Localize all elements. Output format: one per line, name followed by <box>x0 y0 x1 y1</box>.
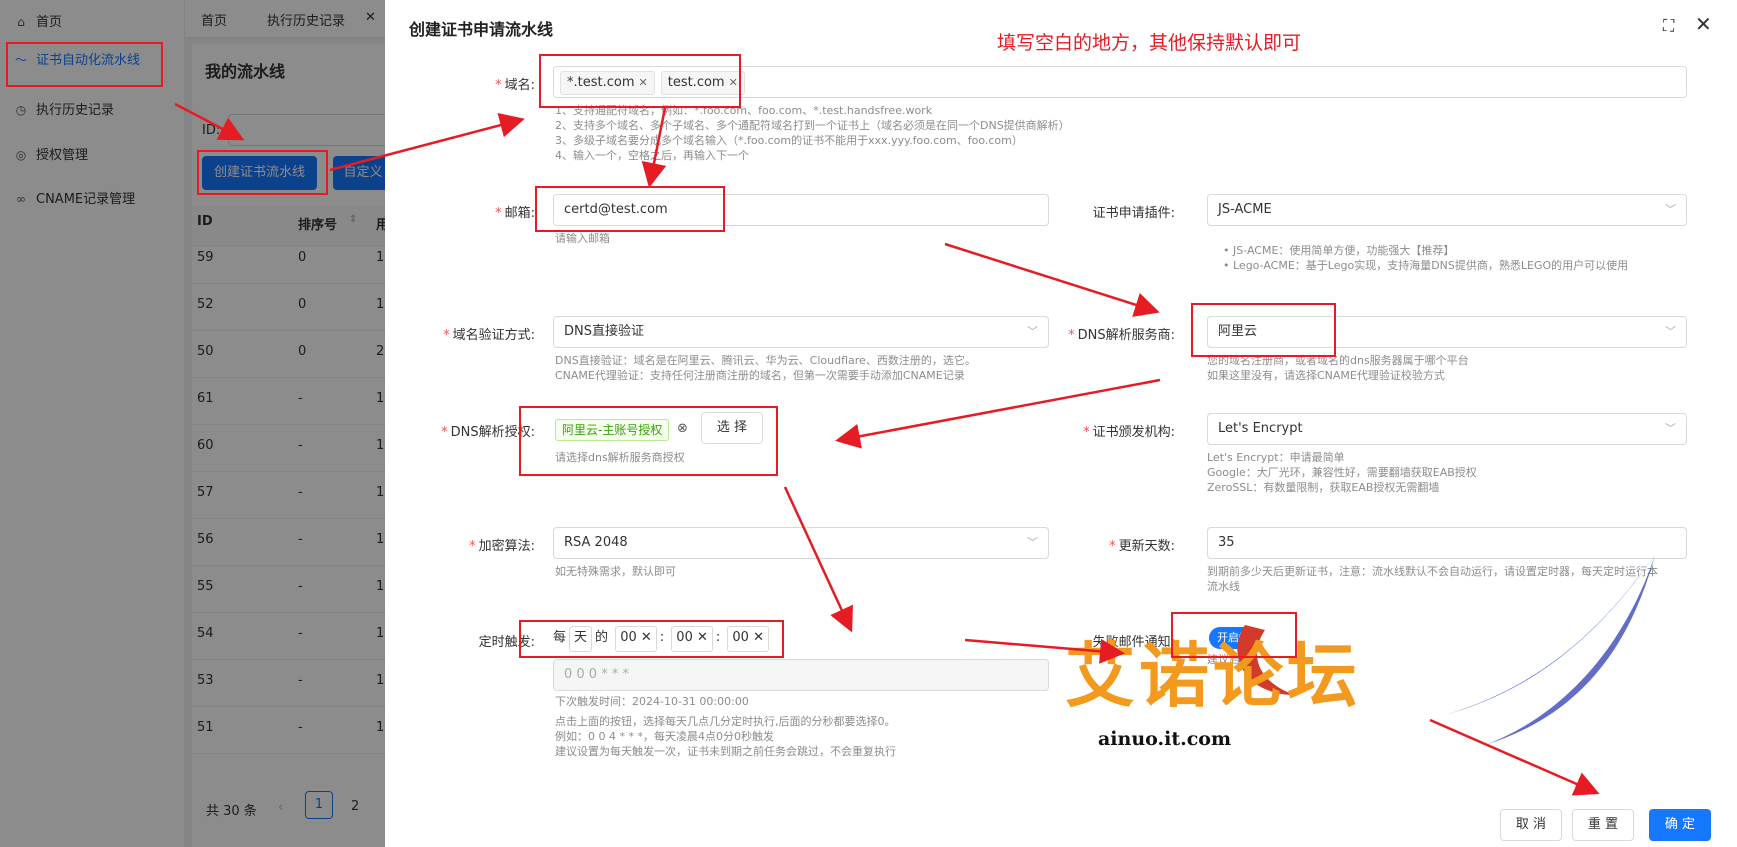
close-icon[interactable]: ✕ <box>1695 12 1712 36</box>
verify-help-1: DNS直接验证：域名是在阿里云、腾讯云、华为云、Cloudflare、西数注册的… <box>555 354 976 367</box>
dns-provider-label: * DNS解析服务商: <box>1068 328 1175 343</box>
annotation-box-email <box>535 186 725 232</box>
ca-select[interactable]: Let's Encrypt ﹀ <box>1207 413 1687 445</box>
schedule-help-1: 点击上面的按钮，选择每天几点几分定时执行,后面的分秒都要选择0。 <box>555 715 896 728</box>
email-label: * 邮箱: <box>495 206 535 221</box>
annotation-box-schedule <box>519 620 784 658</box>
modal-overlay[interactable] <box>0 0 385 847</box>
fullscreen-icon[interactable]: ⛶ <box>1663 16 1674 36</box>
plugin-label: 证书申请插件: <box>1092 206 1175 221</box>
annotation-box-fail-mail <box>1171 612 1297 658</box>
email-help: 请输入邮箱 <box>555 232 610 245</box>
watermark-url: ainuo.it.com <box>1098 728 1232 750</box>
domain-label: * 域名: <box>495 78 535 93</box>
chevron-down-icon: ﹀ <box>1665 325 1676 338</box>
chevron-down-icon: ﹀ <box>1027 536 1038 549</box>
annotation-box-create <box>197 150 328 195</box>
annotation-box-dns-provider <box>1191 303 1336 357</box>
annotation-box-sidebar <box>6 42 163 87</box>
domain-help-4: 4、输入一个，空格之后，再输入下一个 <box>555 149 749 162</box>
domain-help-3: 3、多级子域名要分成多个域名输入（*.foo.com的证书不能用于xxx.yyy… <box>555 134 1023 147</box>
domain-help-2: 2、支持多个域名、多个子域名、多个通配符域名打到一个证书上（域名必须是在同一个D… <box>555 119 1070 132</box>
chevron-down-icon: ﹀ <box>1665 422 1676 435</box>
algo-label: * 加密算法: <box>469 539 535 554</box>
verify-help-2: CNAME代理验证：支持任何注册商注册的域名，但第一次需要手动添加CNAME记录 <box>555 369 965 382</box>
schedule-help-2: 例如：0 0 4 * * *，每天凌晨4点0分0秒触发 <box>555 730 774 743</box>
cancel-button[interactable]: 取 消 <box>1500 809 1562 841</box>
ca-label: * 证书颁发机构: <box>1083 425 1175 440</box>
confirm-button[interactable]: 确 定 <box>1649 809 1711 841</box>
plugin-help-1: • JS-ACME：使用简单方便，功能强大【推荐】 <box>1223 244 1455 257</box>
annotation-box-dns-auth <box>519 406 778 476</box>
ca-help-3: ZeroSSL：有数量限制，获取EAB授权无需翻墙 <box>1207 481 1440 494</box>
next-trigger-time: 下次触发时间：2024-10-31 00:00:00 <box>555 695 749 708</box>
drawer-title: 创建证书申请流水线 <box>409 20 554 39</box>
reset-button[interactable]: 重 置 <box>1572 809 1634 841</box>
chevron-down-icon: ﹀ <box>1665 203 1676 216</box>
ca-help-1: Let's Encrypt：申请最简单 <box>1207 451 1345 464</box>
verify-label: * 域名验证方式: <box>443 328 535 343</box>
renew-label: * 更新天数: <box>1109 539 1175 554</box>
ca-help-2: Google：大厂光环，兼容性好，需要翻墙获取EAB授权 <box>1207 466 1477 479</box>
cron-field[interactable]: 0 0 0 * * * <box>553 659 1049 691</box>
annotation-box-domain <box>539 54 741 108</box>
dns-auth-label: * DNS解析授权: <box>441 425 535 440</box>
algo-select[interactable]: RSA 2048 ﹀ <box>553 527 1049 559</box>
algo-help: 如无特殊需求，默认即可 <box>555 565 676 578</box>
annotation-text: 填写空白的地方，其他保持默认即可 <box>997 32 1302 54</box>
verify-select[interactable]: DNS直接验证 ﹀ <box>553 316 1049 348</box>
create-pipeline-drawer: 创建证书申请流水线 ⛶ ✕ 填写空白的地方，其他保持默认即可 * 域名: *.te… <box>385 0 1737 847</box>
plugin-select[interactable]: JS-ACME ﹀ <box>1207 194 1687 226</box>
dns-provider-help-2: 如果这里没有，请选择CNAME代理验证校验方式 <box>1207 369 1445 382</box>
plugin-help-2: • Lego-ACME：基于Lego实现，支持海量DNS提供商，熟悉LEGO的用… <box>1223 259 1629 272</box>
schedule-help-3: 建议设置为每天触发一次，证书未到期之前任务会跳过，不会重复执行 <box>555 745 896 758</box>
